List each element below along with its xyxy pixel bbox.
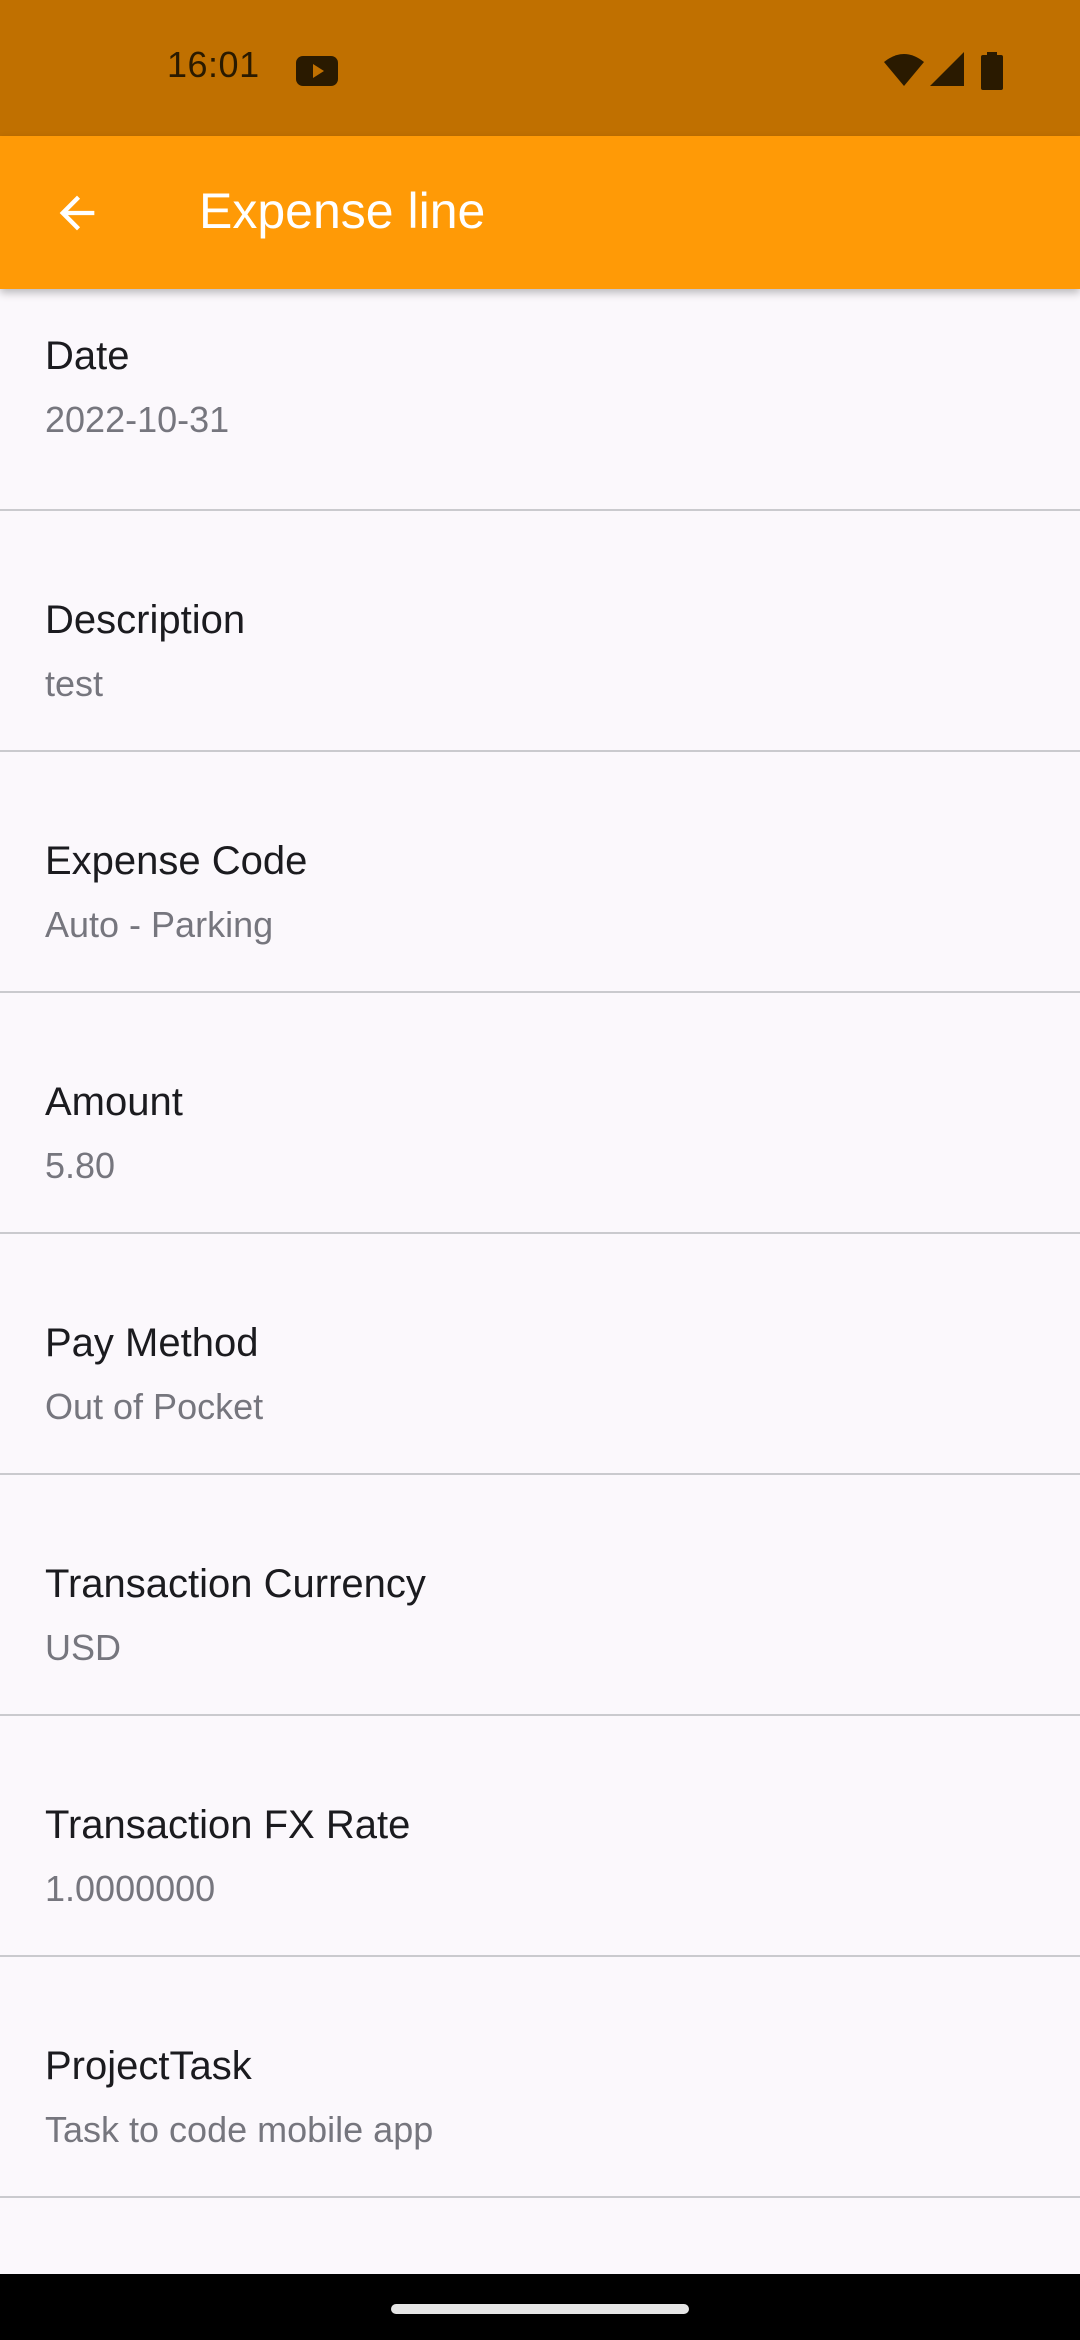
list-item-amount[interactable]: Amount 5.80 (0, 993, 1080, 1234)
back-button[interactable] (30, 166, 124, 260)
item-label: Transaction Currency (45, 1562, 426, 1606)
item-value: USD (45, 1627, 122, 1668)
expense-line-detail-list: Date 2022-10-31 Description test Expense… (0, 289, 1080, 2198)
arrow-back-icon (59, 195, 95, 231)
item-value: 5.80 (45, 1145, 116, 1186)
battery-icon (981, 52, 1003, 90)
signal-icon (930, 52, 964, 86)
home-indicator[interactable] (391, 2304, 689, 2314)
wifi-icon (884, 54, 924, 86)
list-item-pay-method[interactable]: Pay Method Out of Pocket (0, 1234, 1080, 1475)
item-value: Auto - Parking (45, 904, 274, 945)
status-bar: 16:01 (0, 0, 1080, 136)
app-bar: Expense line (0, 136, 1080, 289)
item-label: Pay Method (45, 1321, 259, 1365)
item-value: 2022-10-31 (45, 399, 230, 440)
item-label: Expense Code (45, 839, 308, 883)
list-item-transaction-currency[interactable]: Transaction Currency USD (0, 1475, 1080, 1716)
status-time: 16:01 (167, 44, 260, 85)
item-value: 1.0000000 (45, 1868, 216, 1909)
item-value: Out of Pocket (45, 1386, 264, 1427)
list-item-expense-code[interactable]: Expense Code Auto - Parking (0, 752, 1080, 993)
item-value: Task to code mobile app (45, 2109, 434, 2150)
item-label: ProjectTask (45, 2044, 252, 2088)
list-item-description[interactable]: Description test (0, 511, 1080, 752)
list-item-project-task[interactable]: ProjectTask Task to code mobile app (0, 1957, 1080, 2198)
list-item-date[interactable]: Date 2022-10-31 (0, 289, 1080, 511)
system-navigation-bar (0, 2274, 1080, 2340)
item-label: Amount (45, 1080, 183, 1124)
page-title: Expense line (199, 183, 486, 239)
item-label: Date (45, 334, 130, 378)
youtube-icon (296, 56, 338, 86)
item-label: Description (45, 598, 246, 642)
list-item-transaction-fx-rate[interactable]: Transaction FX Rate 1.0000000 (0, 1716, 1080, 1957)
item-value: test (45, 663, 104, 704)
item-label: Transaction FX Rate (45, 1803, 411, 1847)
